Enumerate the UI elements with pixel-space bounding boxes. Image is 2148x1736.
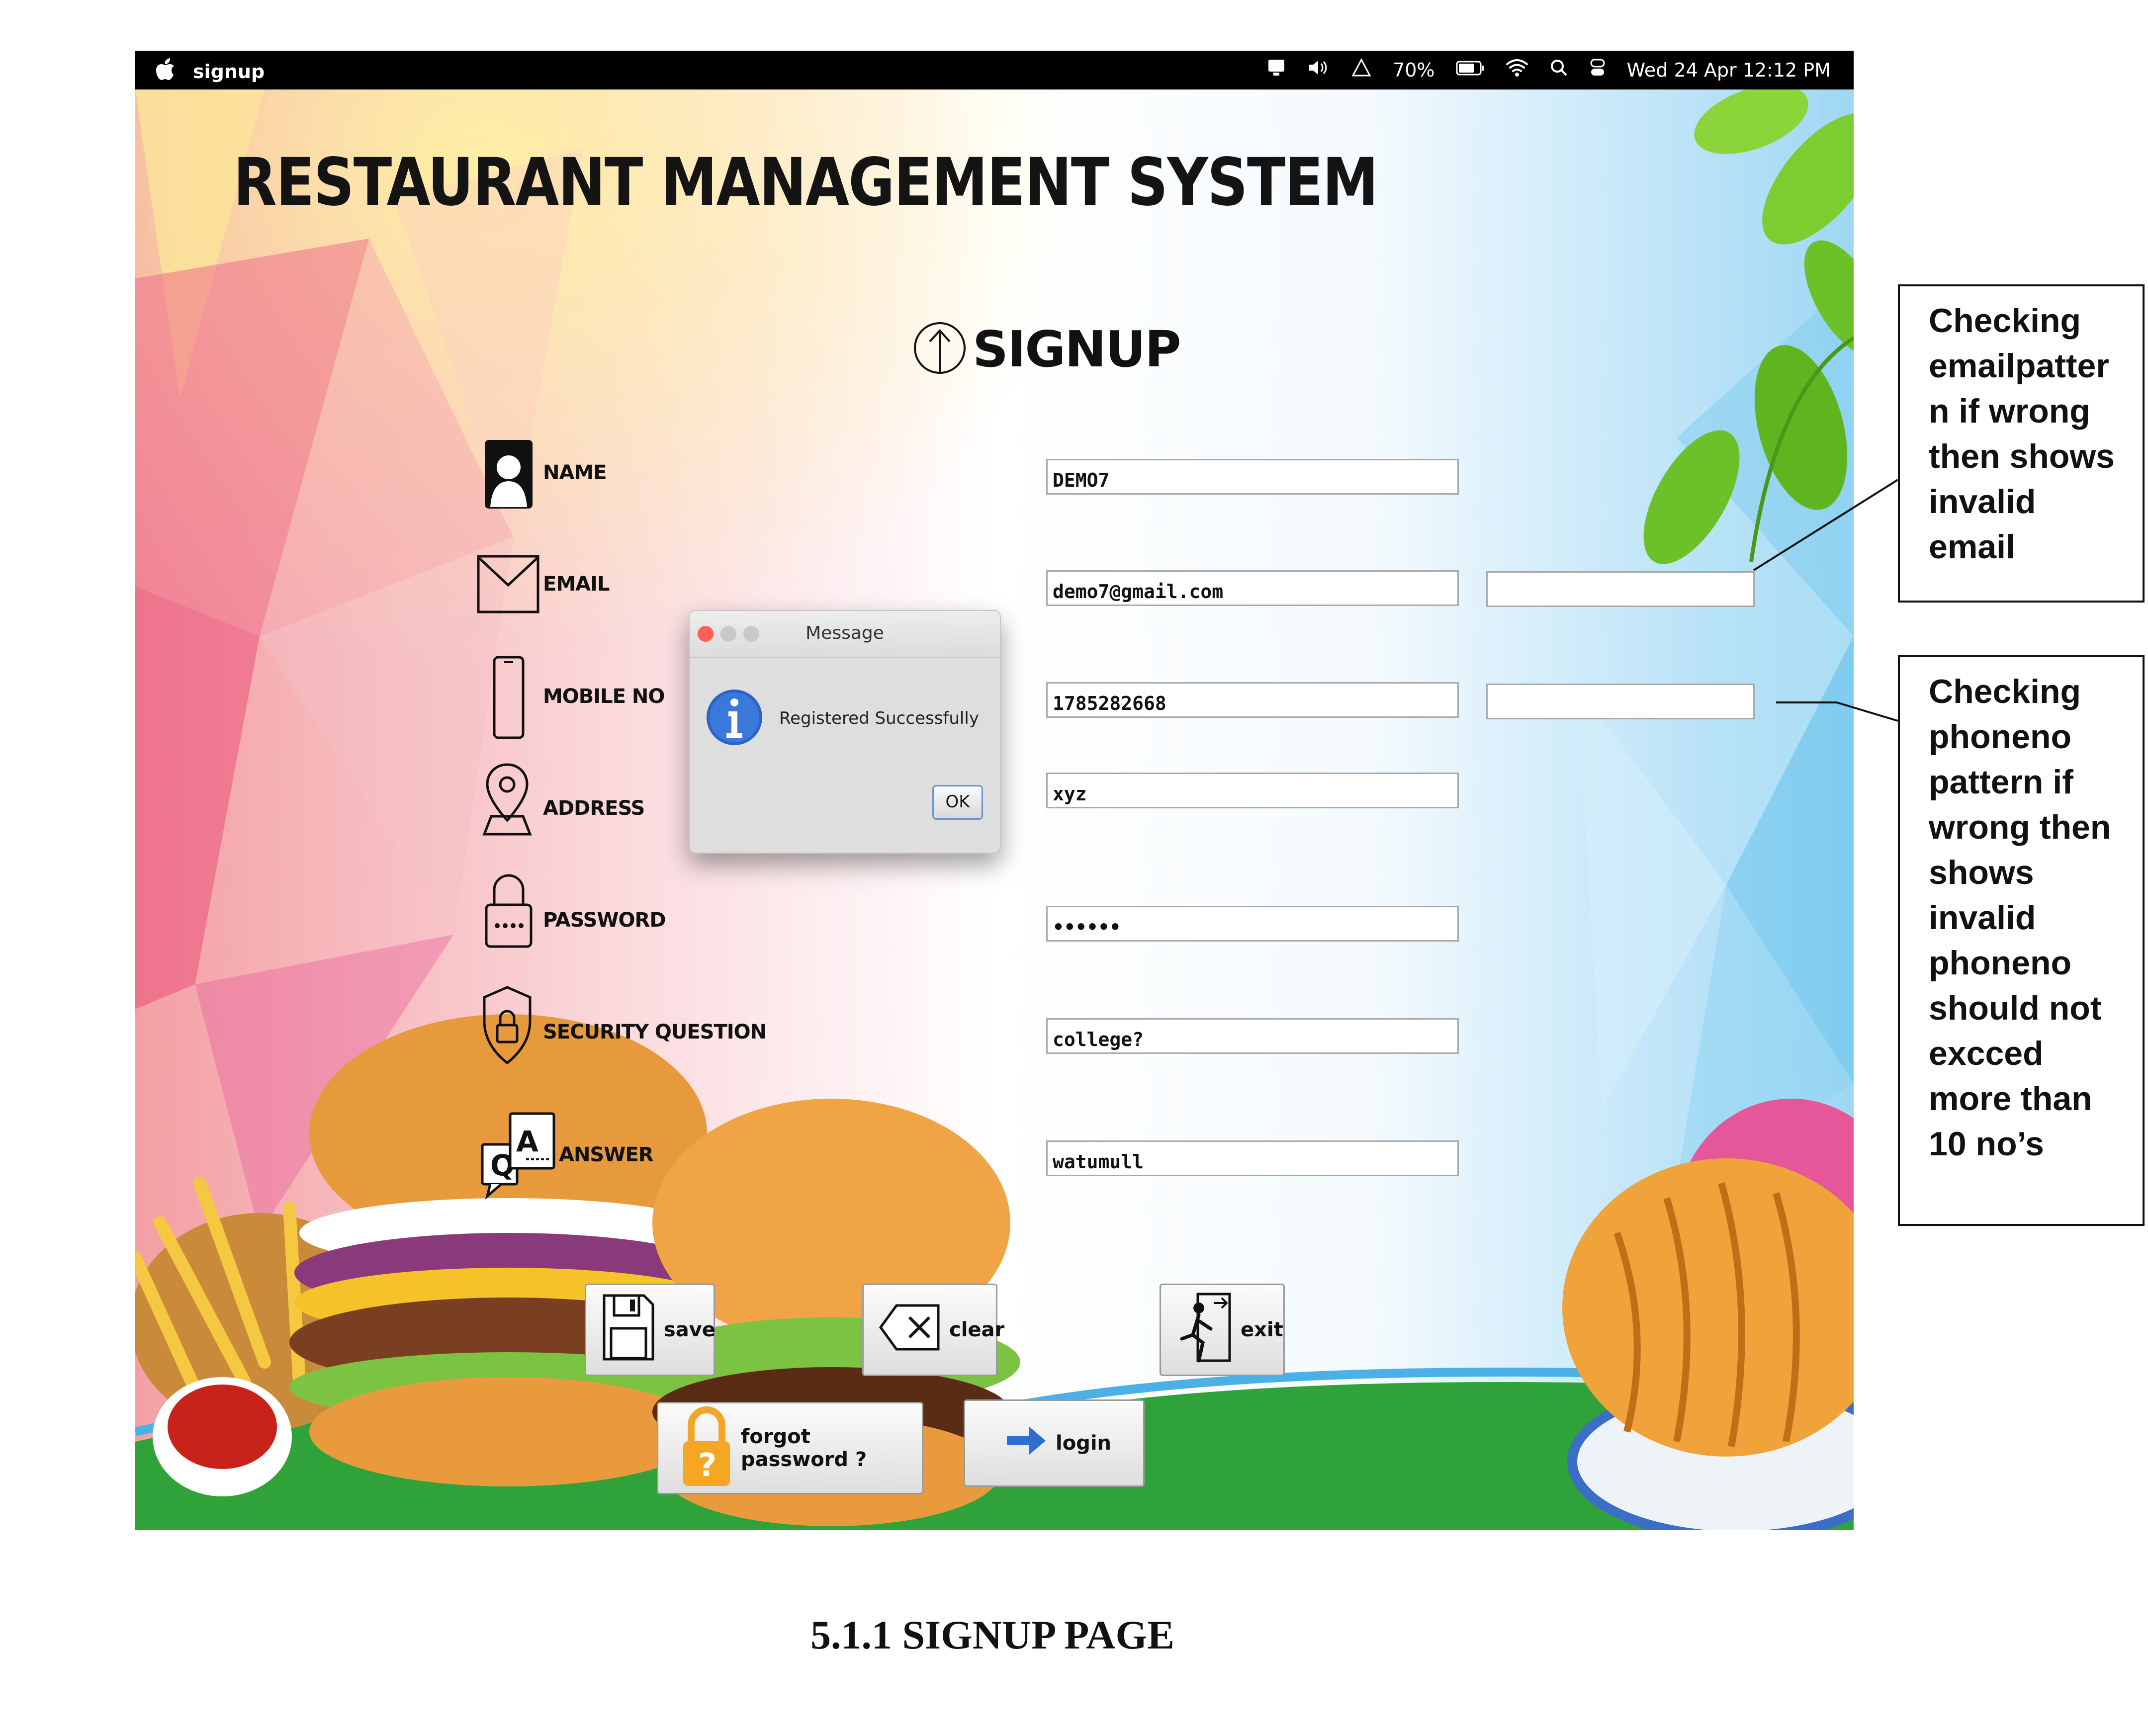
menu-bar: signup 70% Wed 24 Apr 12:12 PM <box>135 51 1854 89</box>
dialog-titlebar: Message <box>690 611 1000 658</box>
app-menu-name[interactable]: signup <box>193 61 265 83</box>
email-annotation-box: Checking emailpatter n if wrong then sho… <box>1898 284 2145 603</box>
annotation-line: invalid <box>1929 899 2036 937</box>
battery-icon[interactable] <box>1456 59 1485 81</box>
annotation-connectors <box>1753 479 1899 722</box>
clock: Wed 24 Apr 12:12 PM <box>1626 59 1831 81</box>
phone-annotation-box: Checking phoneno pattern if wrong then s… <box>1898 655 2145 1226</box>
dialog-message: Registered Successfully <box>779 708 979 728</box>
annotation-line: then shows <box>1929 437 2115 475</box>
apple-icon[interactable] <box>155 58 175 85</box>
annotation-line: email <box>1929 528 2015 566</box>
control-center-icon[interactable] <box>1589 58 1606 82</box>
annotation-line: emailpatter <box>1929 347 2109 385</box>
network-icon[interactable] <box>1351 58 1372 82</box>
annotation-line: wrong then <box>1929 808 2111 846</box>
volume-icon[interactable] <box>1307 58 1330 82</box>
annotation-line: shows <box>1929 854 2034 891</box>
wifi-icon[interactable] <box>1506 58 1528 82</box>
annotation-line: Checking <box>1929 673 2081 710</box>
search-icon[interactable] <box>1549 58 1568 82</box>
annotation-line: phoneno <box>1929 718 2072 756</box>
annotation-line: should not <box>1929 989 2102 1027</box>
info-icon <box>705 685 764 752</box>
ok-button[interactable]: OK <box>932 785 983 820</box>
annotation-line: excced <box>1929 1035 2044 1072</box>
figure-caption: 5.1.1 SIGNUP PAGE <box>810 1612 1174 1657</box>
display-icon[interactable] <box>1266 58 1286 82</box>
annotation-line: 10 no’s <box>1929 1125 2044 1163</box>
battery-percent: 70% <box>1393 59 1435 81</box>
annotation-line: more than <box>1929 1080 2092 1118</box>
annotation-line: Checking <box>1929 302 2081 340</box>
annotation-line: invalid <box>1929 483 2036 521</box>
annotation-line: n if wrong <box>1929 392 2090 430</box>
annotation-line: phoneno <box>1929 944 2072 982</box>
message-dialog: Message Registered Successfully OK <box>689 610 1001 854</box>
dialog-title: Message <box>806 623 884 643</box>
annotation-line: pattern if <box>1929 763 2073 801</box>
